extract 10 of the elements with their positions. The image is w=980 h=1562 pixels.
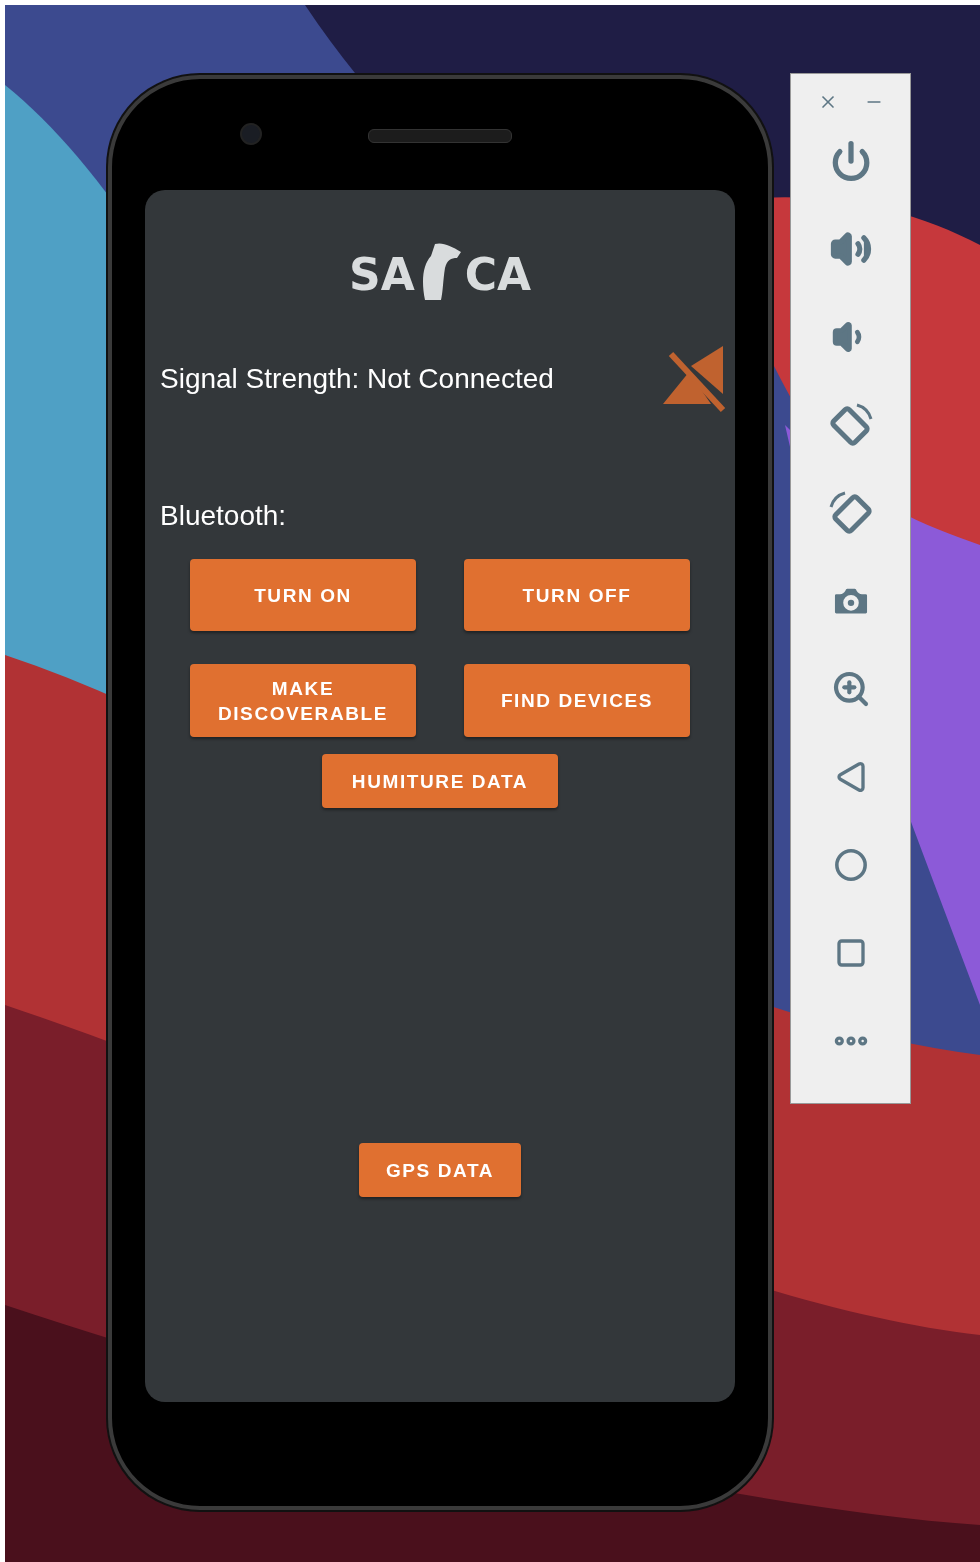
bluetooth-button[interactable]: MAKE DISCOVERABLE xyxy=(190,664,416,737)
bluetooth-button[interactable]: FIND DEVICES xyxy=(464,664,690,737)
logo: SA CA xyxy=(145,238,735,300)
humiture-data-button[interactable]: HUMITURE DATA xyxy=(322,754,558,808)
bluetooth-button[interactable]: TURN ON xyxy=(190,559,416,631)
bluetooth-label: Bluetooth: xyxy=(160,500,288,532)
bluetooth-button[interactable]: TURN OFF xyxy=(464,559,690,631)
gps-data-button[interactable]: GPS DATA xyxy=(359,1143,521,1197)
signal-strength-text: Signal Strength: Not Connected xyxy=(160,363,554,395)
camera-lens xyxy=(240,123,262,145)
